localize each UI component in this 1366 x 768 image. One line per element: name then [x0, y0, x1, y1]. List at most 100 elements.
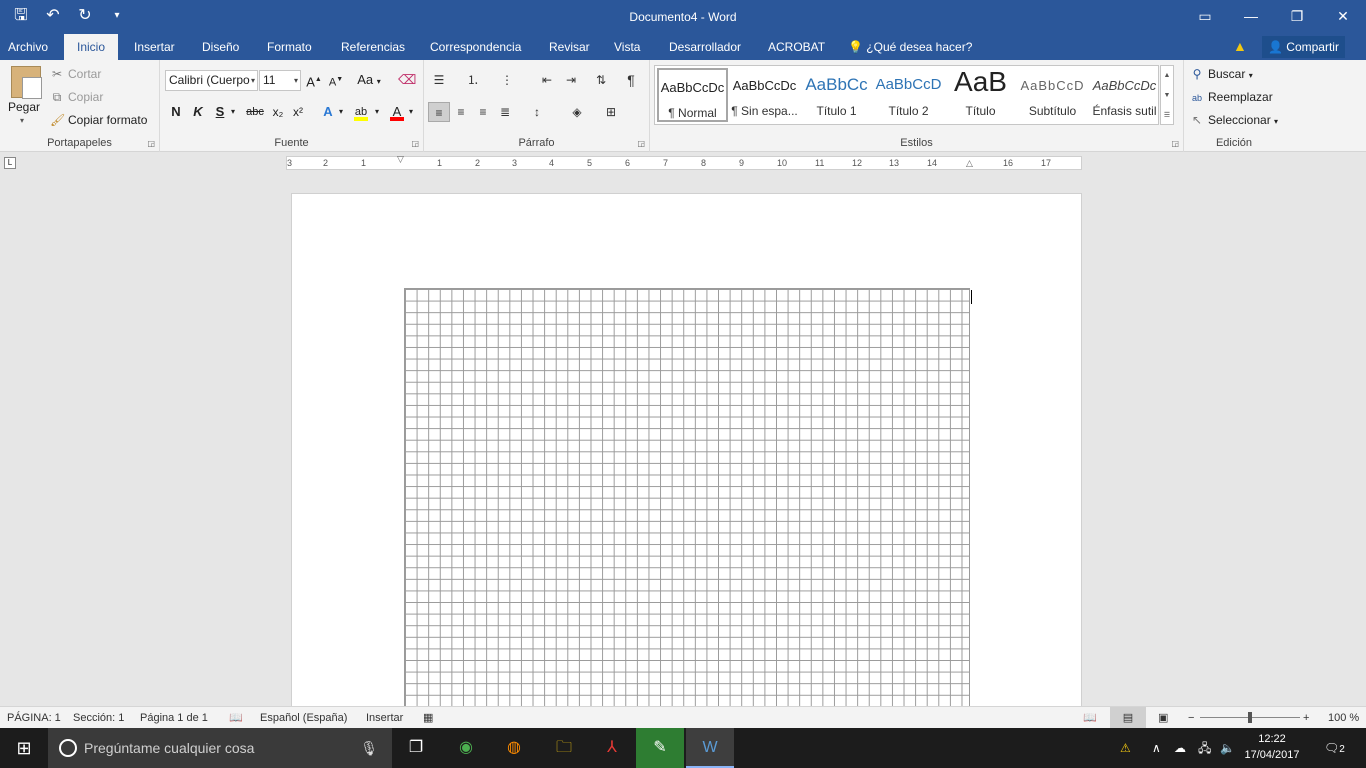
print-layout-icon[interactable]: ▤ [1110, 707, 1146, 729]
paste-label[interactable]: Pegar [8, 100, 40, 114]
zoom-in-button[interactable]: + [1303, 707, 1309, 729]
zoom-slider-thumb[interactable] [1248, 712, 1252, 723]
more-styles-icon[interactable]: ☰ [1161, 106, 1173, 126]
maximize-icon[interactable]: ❐ [1274, 0, 1320, 32]
tab-archivo[interactable]: Archivo [0, 34, 56, 60]
align-left-icon[interactable]: ≡ [428, 102, 450, 122]
find-button[interactable]: ⚲ Buscar ▾ [1190, 64, 1253, 84]
shading-icon[interactable]: ◈ [566, 102, 588, 122]
tab-desarrollador[interactable]: Desarrollador [661, 34, 749, 60]
dialog-launcher-icon[interactable]: ◲ [411, 139, 419, 148]
justify-icon[interactable]: ≣ [494, 102, 516, 122]
firefox-icon[interactable]: ◍ [490, 728, 538, 768]
ribbon-display-options-icon[interactable]: ▭ [1182, 0, 1228, 32]
right-indent-marker-icon[interactable]: △ [966, 158, 973, 169]
subscript-button[interactable]: x₂ [270, 102, 286, 122]
grow-font-button[interactable]: A▲ [306, 70, 322, 90]
share-button[interactable]: 👤 Compartir [1262, 36, 1345, 58]
italic-button[interactable]: K [190, 102, 206, 122]
show-hidden-icons-icon[interactable]: ∧ [1152, 728, 1161, 768]
tab-referencias[interactable]: Referencias [333, 34, 413, 60]
highlight-button[interactable]: ab [352, 102, 370, 122]
app-icon[interactable]: ✎ [636, 728, 684, 768]
borders-icon[interactable]: ⊞ [600, 102, 622, 122]
decrease-indent-icon[interactable]: ⇤ [536, 70, 558, 90]
macro-record-icon[interactable]: ▦ [423, 707, 433, 729]
network-icon[interactable]: 🖧 [1198, 728, 1211, 768]
chevron-down-icon[interactable]: ▾ [20, 116, 24, 125]
web-layout-icon[interactable]: ▣ [1158, 707, 1168, 729]
tab-correspondencia[interactable]: Correspondencia [422, 34, 529, 60]
paste-icon[interactable] [11, 66, 42, 99]
copy-button[interactable]: ⧉ Copiar [50, 87, 104, 107]
acrobat-icon[interactable]: ⅄ [588, 728, 636, 768]
sort-icon[interactable]: ⇅ [590, 70, 612, 90]
tab-revisar[interactable]: Revisar [541, 34, 598, 60]
scroll-up-icon[interactable]: ▲ [1161, 66, 1173, 86]
volume-icon[interactable]: 🔈 [1220, 728, 1235, 768]
strikethrough-button[interactable]: abc [244, 102, 266, 122]
tell-me-box[interactable]: 💡 ¿Qué desea hacer? [848, 34, 972, 60]
security-alert-icon[interactable]: ⚠ [1120, 728, 1131, 768]
multilevel-list-icon[interactable]: ⋮ [496, 70, 518, 90]
style-title[interactable]: AaB Título [945, 68, 1016, 122]
bold-button[interactable]: N [168, 102, 184, 122]
warning-icon[interactable]: ▲ [1233, 38, 1249, 54]
underline-button[interactable]: S [212, 102, 228, 122]
bullets-icon[interactable]: ☰ [428, 70, 450, 90]
dialog-launcher-icon[interactable]: ◲ [147, 139, 155, 148]
font-size-box[interactable]: 11 ▾ [259, 70, 301, 91]
tab-diseno[interactable]: Diseño [194, 34, 247, 60]
format-painter-button[interactable]: 🖌 Copiar formato [50, 110, 147, 130]
styles-gallery-scroll[interactable]: ▲ ▼ ☰ [1160, 65, 1174, 125]
horizontal-ruler[interactable]: 3 2 1 ▽ 1 2 3 4 5 6 7 8 9 10 11 12 13 14… [286, 154, 1082, 170]
status-section[interactable]: Sección: 1 [73, 707, 124, 729]
zoom-level[interactable]: 100 % [1328, 707, 1359, 729]
align-center-icon[interactable]: ≡ [450, 102, 472, 122]
document-page[interactable] [291, 193, 1082, 706]
increase-indent-icon[interactable]: ⇥ [560, 70, 582, 90]
clock[interactable]: 12:22 17/04/2017 [1242, 731, 1302, 763]
chevron-down-icon[interactable]: ▾ [336, 102, 346, 122]
status-page[interactable]: PÁGINA: 1 [7, 707, 61, 729]
text-effects-icon[interactable]: A [320, 102, 336, 122]
dialog-launcher-icon[interactable]: ◲ [637, 139, 645, 148]
cut-button[interactable]: ✂ Cortar [50, 64, 101, 84]
file-explorer-icon[interactable]: 🗀 [540, 728, 588, 768]
align-right-icon[interactable]: ≡ [472, 102, 494, 122]
word-icon[interactable]: W [686, 728, 734, 768]
style-heading-2[interactable]: AaBbCcD Título 2 [873, 68, 944, 122]
notifications-icon[interactable]: 🗨2 [1324, 728, 1345, 768]
scroll-down-icon[interactable]: ▼ [1161, 86, 1173, 106]
close-icon[interactable]: ✕ [1320, 0, 1366, 32]
grid-table[interactable] [404, 288, 970, 706]
chevron-down-icon[interactable]: ▾ [372, 102, 382, 122]
zoom-out-button[interactable]: − [1188, 707, 1194, 729]
chevron-down-icon[interactable]: ▾ [406, 102, 416, 122]
style-heading-1[interactable]: AaBbCc Título 1 [801, 68, 872, 122]
font-color-button[interactable]: A [388, 102, 406, 122]
chrome-icon[interactable]: ◉ [442, 728, 490, 768]
tab-formato[interactable]: Formato [259, 34, 320, 60]
tab-insertar[interactable]: Insertar [126, 34, 183, 60]
first-line-indent-marker-icon[interactable]: ▽ [397, 154, 404, 165]
microphone-icon[interactable]: 🎙 [360, 728, 378, 768]
line-spacing-icon[interactable]: ↕ [526, 102, 548, 122]
tab-acrobat[interactable]: ACROBAT [760, 34, 833, 60]
style-normal[interactable]: AaBbCcDc ¶ Normal [657, 68, 728, 122]
windows-start-icon[interactable]: ⊞ [0, 728, 48, 768]
style-subtitle[interactable]: AaBbCcD Subtítulo [1017, 68, 1088, 122]
dialog-launcher-icon[interactable]: ◲ [1171, 139, 1179, 148]
show-formatting-button[interactable]: ¶ [620, 70, 642, 90]
numbering-icon[interactable]: ⒈ [462, 70, 484, 90]
tab-inicio[interactable]: Inicio [64, 34, 118, 60]
select-button[interactable]: ↖ Seleccionar ▾ [1190, 110, 1278, 130]
tab-selector-icon[interactable]: L [4, 157, 16, 169]
font-name-box[interactable]: Calibri (Cuerpo ▾ [165, 70, 258, 91]
task-view-icon[interactable]: ❐ [392, 728, 440, 768]
status-language[interactable]: Español (España) [260, 707, 347, 729]
chevron-down-icon[interactable]: ▾ [228, 102, 238, 122]
style-subtle-emphasis[interactable]: AaBbCcDc Énfasis sutil [1089, 68, 1160, 122]
superscript-button[interactable]: x² [290, 102, 306, 122]
shrink-font-button[interactable]: A▼ [328, 70, 344, 90]
